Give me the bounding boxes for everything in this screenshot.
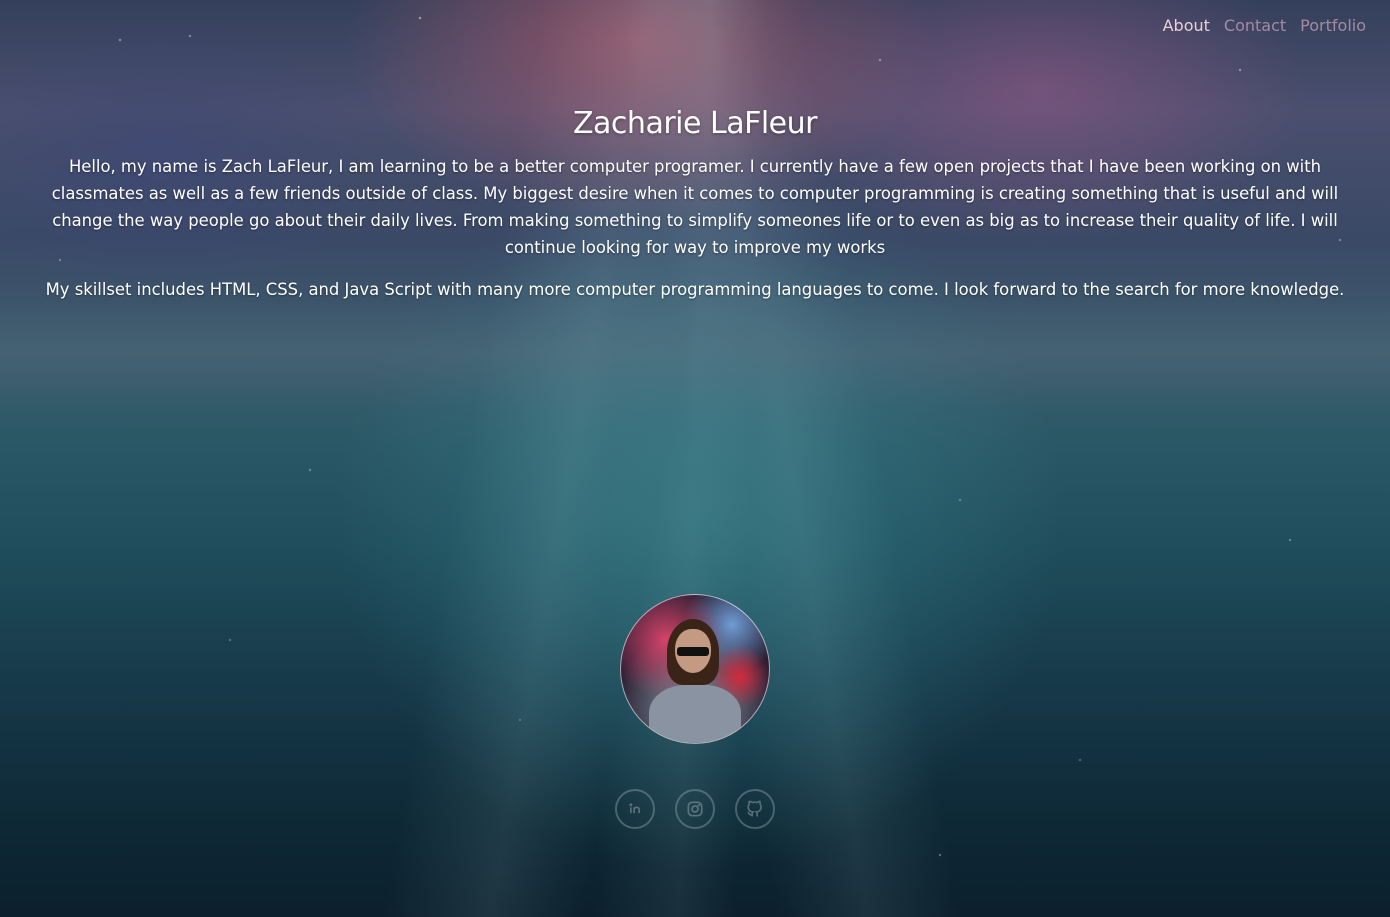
page-title: Zacharie LaFleur: [573, 106, 817, 141]
bio-paragraph: Hello, my name is Zach LaFleur, I am lea…: [51, 157, 1339, 257]
instagram-link[interactable]: [675, 789, 715, 829]
nav-portfolio-link[interactable]: Portfolio: [1300, 16, 1366, 35]
photo-glasses: [677, 647, 709, 656]
about-section: Zacharie LaFleur Hello, my name is Zach …: [28, 106, 1362, 318]
top-nav: About Contact Portfolio: [1163, 16, 1366, 35]
profile-photo: [620, 594, 770, 744]
skills-paragraph: My skillset includes HTML, CSS, and Java…: [45, 280, 1345, 299]
linkedin-icon: [629, 803, 640, 814]
linkedin-link[interactable]: [615, 789, 655, 829]
instagram-icon: [687, 801, 703, 817]
github-icon: [747, 800, 762, 817]
photo-shirt: [649, 685, 741, 743]
nav-contact-link[interactable]: Contact: [1224, 16, 1286, 35]
github-link[interactable]: [735, 789, 775, 829]
social-links: [615, 789, 775, 829]
nav-about-link[interactable]: About: [1163, 16, 1210, 35]
